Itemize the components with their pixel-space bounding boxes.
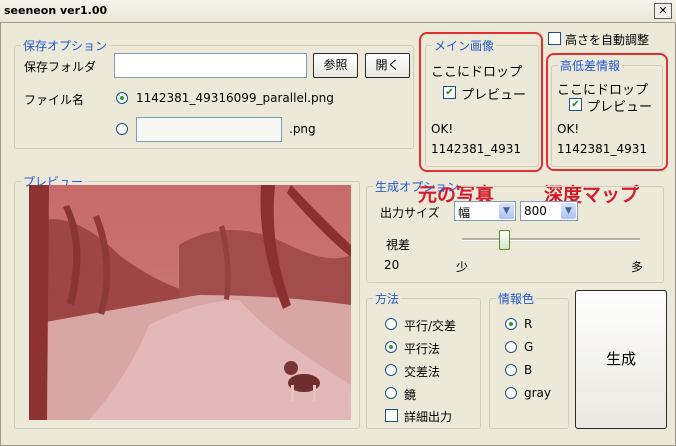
method-radio-0[interactable] [385,318,397,330]
output-size-label: 出力サイズ [380,206,440,220]
height-preview-label: プレビュー [587,100,653,115]
filename-custom-input[interactable] [136,117,282,142]
method-radio-3[interactable] [385,387,397,399]
detail-output-checkbox[interactable] [385,409,398,422]
save-folder-label: 保存フォルダ [24,60,97,74]
height-info-filename: 1142381_4931 [557,142,647,156]
filename-option-2-radio[interactable] [116,123,128,135]
info-color-legend: 情報色 [498,292,535,306]
method-legend: 方法 [375,292,400,306]
method-radio-1[interactable] [385,341,397,353]
parallax-min-label: 少 [456,260,469,274]
close-button[interactable]: ✕ [654,3,672,19]
main-image-filename: 1142381_4931 [431,142,521,156]
height-preview-checkbox[interactable]: ✔ [569,98,582,111]
info-color-group: 情報色 [489,290,569,429]
detail-output-label: 詳細出力 [404,410,453,424]
generate-button[interactable]: 生成 [575,290,667,429]
info-color-option-label: G [524,340,534,354]
info-color-option-label: gray [524,386,552,400]
open-button[interactable]: 開く [365,53,410,78]
output-size-value-select[interactable]: 800 ▼ [520,201,578,221]
height-info-status: OK! [557,122,580,136]
method-radio-2[interactable] [385,364,397,376]
filename-label: ファイル名 [24,93,85,107]
info-color-radio-0[interactable] [505,318,517,330]
parallax-max-label: 多 [631,260,644,274]
browse-button[interactable]: 参照 [313,53,358,78]
output-size-value: 800 [524,204,547,218]
parallax-value: 20 [384,258,400,272]
window-title: seeneon ver1.00 [4,4,108,17]
save-folder-input[interactable] [114,53,307,78]
info-color-option-label: B [524,363,533,377]
main-preview-checkbox[interactable]: ✔ [443,86,456,99]
chevron-down-icon: ▼ [561,203,576,219]
info-color-radio-1[interactable] [505,341,517,353]
close-icon: ✕ [658,4,668,17]
filename-extension: .png [289,122,316,136]
parallax-label: 視差 [386,238,411,252]
chevron-down-icon: ▼ [499,203,514,219]
method-option-label: 鏡 [404,388,417,402]
preview-image [29,185,351,420]
method-option-label: 平行法 [404,342,441,356]
generation-options-legend: 生成オプション [375,180,460,194]
main-image-status: OK! [431,122,454,136]
method-option-label: 平行/交差 [404,319,457,333]
method-option-label: 交差法 [404,365,441,379]
output-size-dimension-select[interactable]: 幅 ▼ [454,201,516,221]
auto-height-label: 高さを自動調整 [565,33,650,47]
auto-height-checkbox[interactable] [548,32,561,45]
filename-option-1-label: 1142381_49316099_parallel.png [136,91,334,105]
save-options-legend: 保存オプション [23,39,108,53]
info-color-option-label: R [524,317,533,331]
parallax-slider-thumb[interactable] [498,230,510,250]
main-preview-label: プレビュー [461,88,527,103]
output-size-dimension-value: 幅 [458,206,471,220]
parallax-slider-track[interactable] [462,238,640,241]
info-color-radio-2[interactable] [505,364,517,376]
info-color-radio-3[interactable] [505,387,517,399]
generation-options-group: 生成オプション [366,178,664,283]
filename-option-1-radio[interactable] [116,92,128,104]
main-image-drop-label: ここにドロップ [431,65,523,80]
